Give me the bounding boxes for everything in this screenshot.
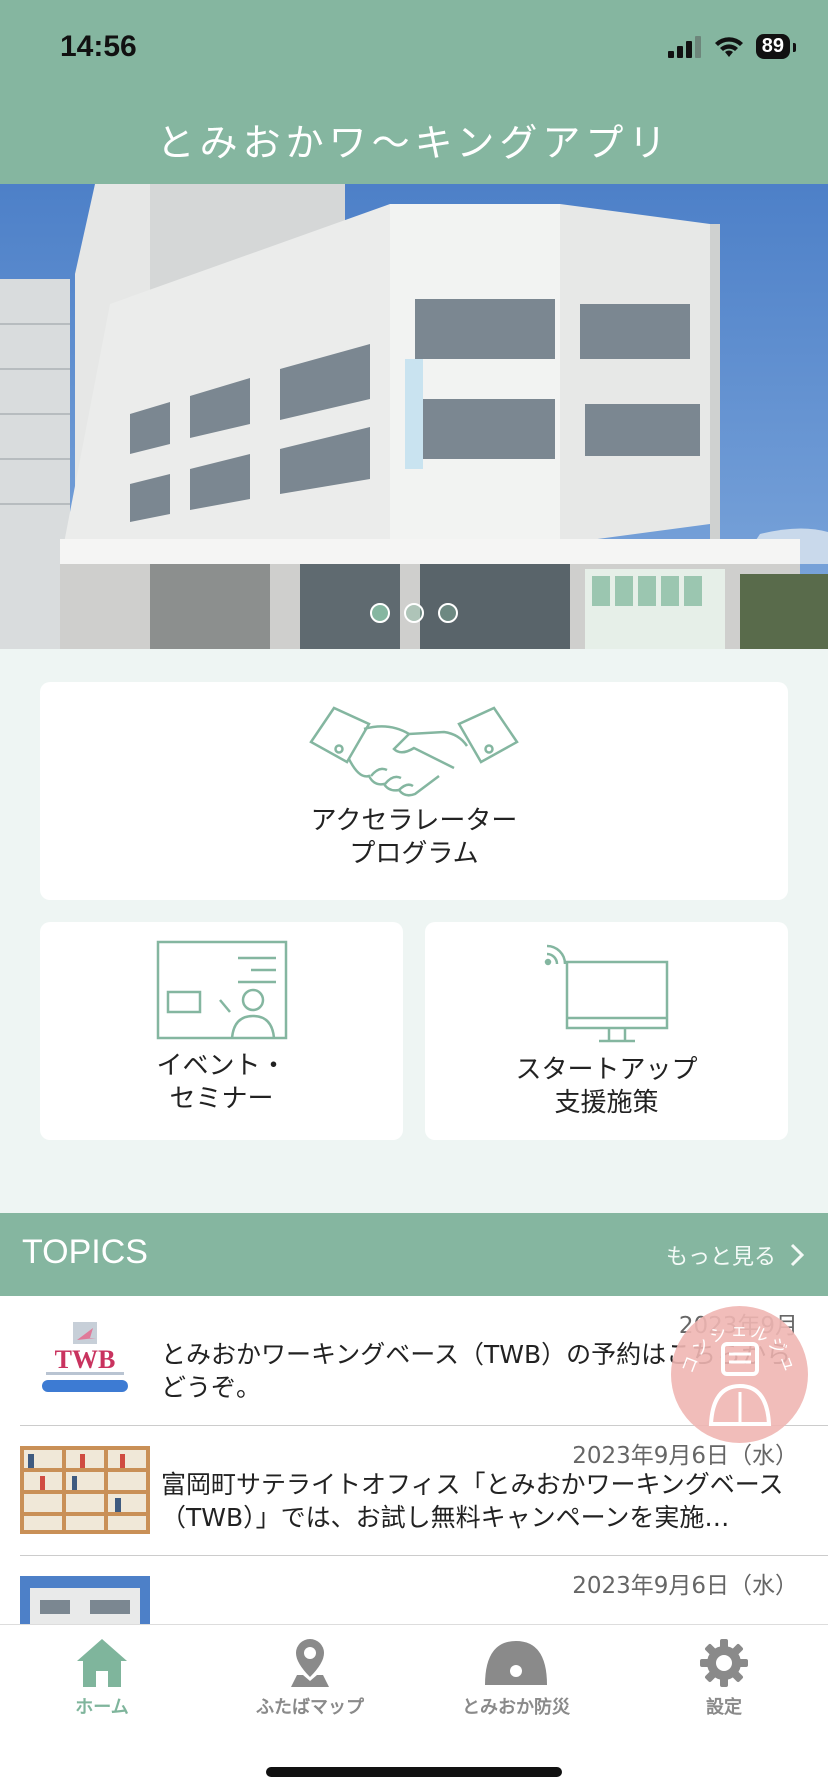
gear-icon (700, 1639, 748, 1687)
carousel-dot[interactable] (438, 603, 458, 623)
topic-date: 2023年9月6日（水） (572, 1573, 798, 1599)
building-thumbnail (20, 1576, 150, 1624)
svg-text:コンシェルジュ: コンシェルジュ (678, 1321, 801, 1377)
concierge-icon: コンシェルジュ (678, 1321, 801, 1426)
chevron-right-icon (790, 1243, 804, 1267)
startup-support-label: スタートアップ 支援施策 (515, 1055, 698, 1118)
svg-text:TWB: TWB (55, 1345, 116, 1374)
event-seminar-label: イベント・ セミナー (156, 1051, 287, 1114)
app-title: とみおかワ〜キングアプリ (156, 121, 672, 165)
monitor-signal-icon (544, 944, 668, 1043)
topic-thumbnail (20, 1446, 150, 1534)
topic-item[interactable]: 2023年9月6日（水） (20, 1556, 828, 1624)
topic-thumbnail (20, 1576, 150, 1624)
home-icon (77, 1639, 127, 1687)
carousel-dot[interactable] (404, 603, 424, 623)
tab-label: とみおか防災 (462, 1697, 570, 1718)
seminar-board-icon (156, 940, 287, 1040)
topic-item[interactable]: 2023年9月6日（水） 富岡町サテライトオフィス「とみおかワーキングベース（T… (20, 1426, 828, 1556)
tab-label: ふたばマップ (256, 1697, 364, 1718)
app-header: 14:56 89 とみおかワ〜キングアプリ (0, 0, 828, 184)
tab-label: ホーム (75, 1697, 129, 1718)
topic-thumbnail: TWB (20, 1316, 150, 1404)
topic-text: 富岡町サテライトオフィス「とみおかワーキングベース（TWB）」では、お試し無料キ… (161, 1470, 784, 1532)
topics-more-link[interactable]: もっと見る (666, 1239, 804, 1271)
tab-futaba-map[interactable]: ふたばマップ (220, 1637, 400, 1719)
status-time: 14:56 (60, 30, 137, 63)
hero-carousel[interactable] (0, 184, 828, 649)
topics-title: TOPICS (22, 1233, 148, 1271)
topics-header: TOPICS もっと見る (0, 1213, 828, 1296)
tab-tomioka-bousai[interactable]: とみおか防災 (426, 1637, 606, 1719)
carousel-dots[interactable] (0, 603, 828, 623)
signal-icon (667, 35, 701, 58)
accelerator-program-card[interactable]: アクセラレーター プログラム (40, 682, 788, 900)
tab-home[interactable]: ホーム (12, 1637, 192, 1719)
concierge-button[interactable]: コンシェルジュ (671, 1306, 808, 1443)
battery-indicator: 89 (755, 34, 797, 59)
bookshelf-photo (20, 1446, 150, 1534)
home-indicator[interactable] (266, 1767, 562, 1777)
disaster-icon (485, 1641, 547, 1685)
handshake-icon (309, 706, 519, 797)
carousel-dot[interactable] (370, 603, 390, 623)
startup-support-card[interactable]: スタートアップ 支援施策 (425, 922, 788, 1140)
twb-logo: TWB (20, 1316, 150, 1404)
building-photo (0, 184, 828, 649)
tab-label: 設定 (706, 1697, 742, 1718)
topic-text (161, 1598, 811, 1624)
topics-more-label: もっと見る (665, 1245, 776, 1270)
event-seminar-card[interactable]: イベント・ セミナー (40, 922, 403, 1140)
tab-settings[interactable]: 設定 (634, 1637, 814, 1719)
map-pin-icon (291, 1639, 329, 1687)
wifi-icon (714, 36, 743, 57)
status-icons: 89 (667, 34, 797, 59)
accelerator-program-label: アクセラレーター プログラム (310, 806, 518, 869)
